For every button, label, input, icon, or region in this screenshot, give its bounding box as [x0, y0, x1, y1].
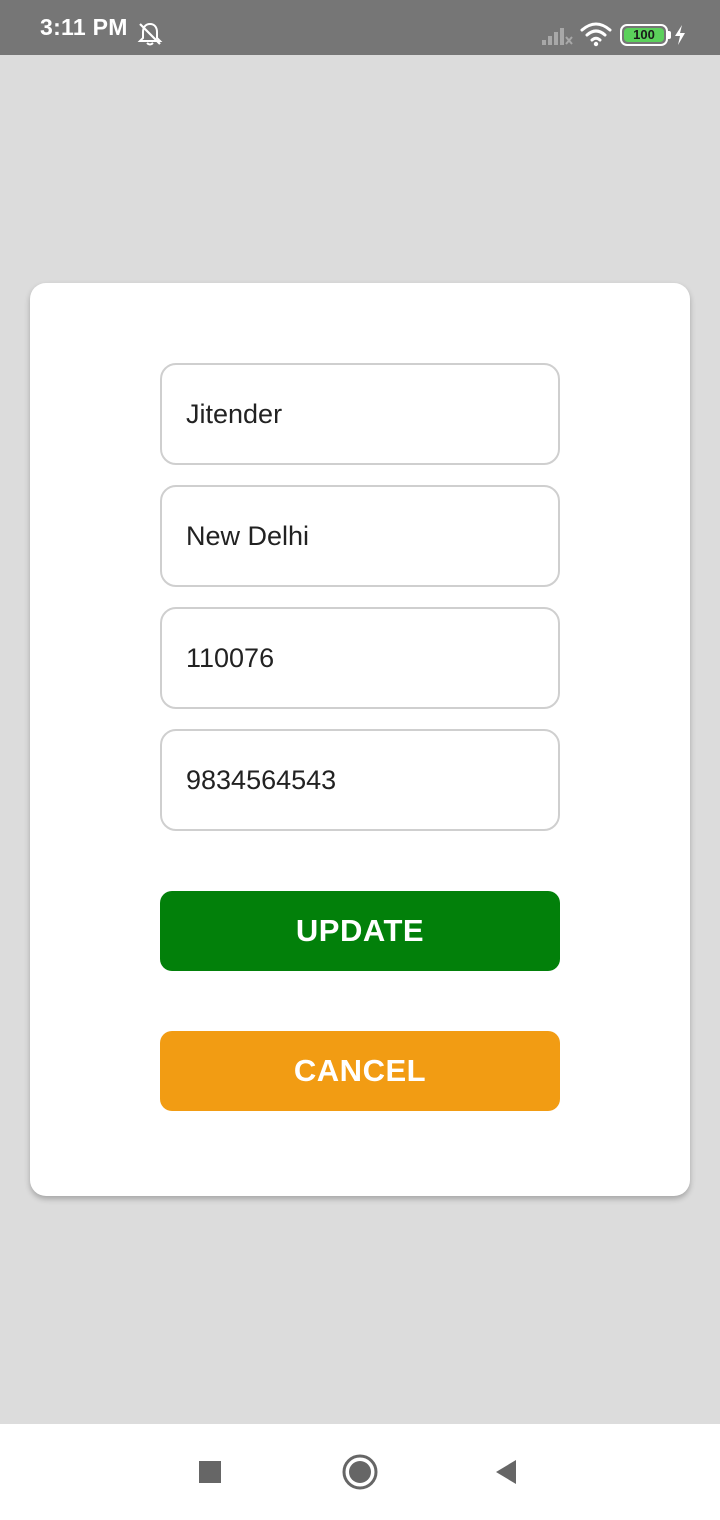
back-triangle-icon — [496, 1460, 516, 1484]
wifi-icon — [580, 22, 612, 47]
battery-icon: 100 — [620, 24, 668, 46]
recents-square-icon — [199, 1461, 221, 1483]
cancel-button[interactable]: CANCEL — [160, 1031, 560, 1111]
home-button[interactable] — [340, 1452, 380, 1492]
phone-field[interactable] — [160, 729, 560, 831]
status-time: 3:11 PM — [40, 14, 128, 40]
recents-button[interactable] — [190, 1452, 230, 1492]
update-button[interactable]: UPDATE — [160, 891, 560, 971]
charging-icon — [675, 25, 685, 45]
name-field[interactable] — [160, 363, 560, 465]
status-bar: 3:11 PM 100 — [0, 0, 720, 55]
navigation-bar — [0, 1424, 720, 1520]
city-field[interactable] — [160, 485, 560, 587]
back-button[interactable] — [486, 1452, 526, 1492]
home-circle-icon — [342, 1454, 378, 1490]
signal-icon — [542, 28, 573, 45]
pincode-field[interactable] — [160, 607, 560, 709]
mute-bell-icon — [137, 22, 163, 46]
battery-nub — [668, 31, 671, 39]
edit-dialog: UPDATE CANCEL — [30, 283, 690, 1196]
battery-level: 100 — [624, 28, 664, 42]
